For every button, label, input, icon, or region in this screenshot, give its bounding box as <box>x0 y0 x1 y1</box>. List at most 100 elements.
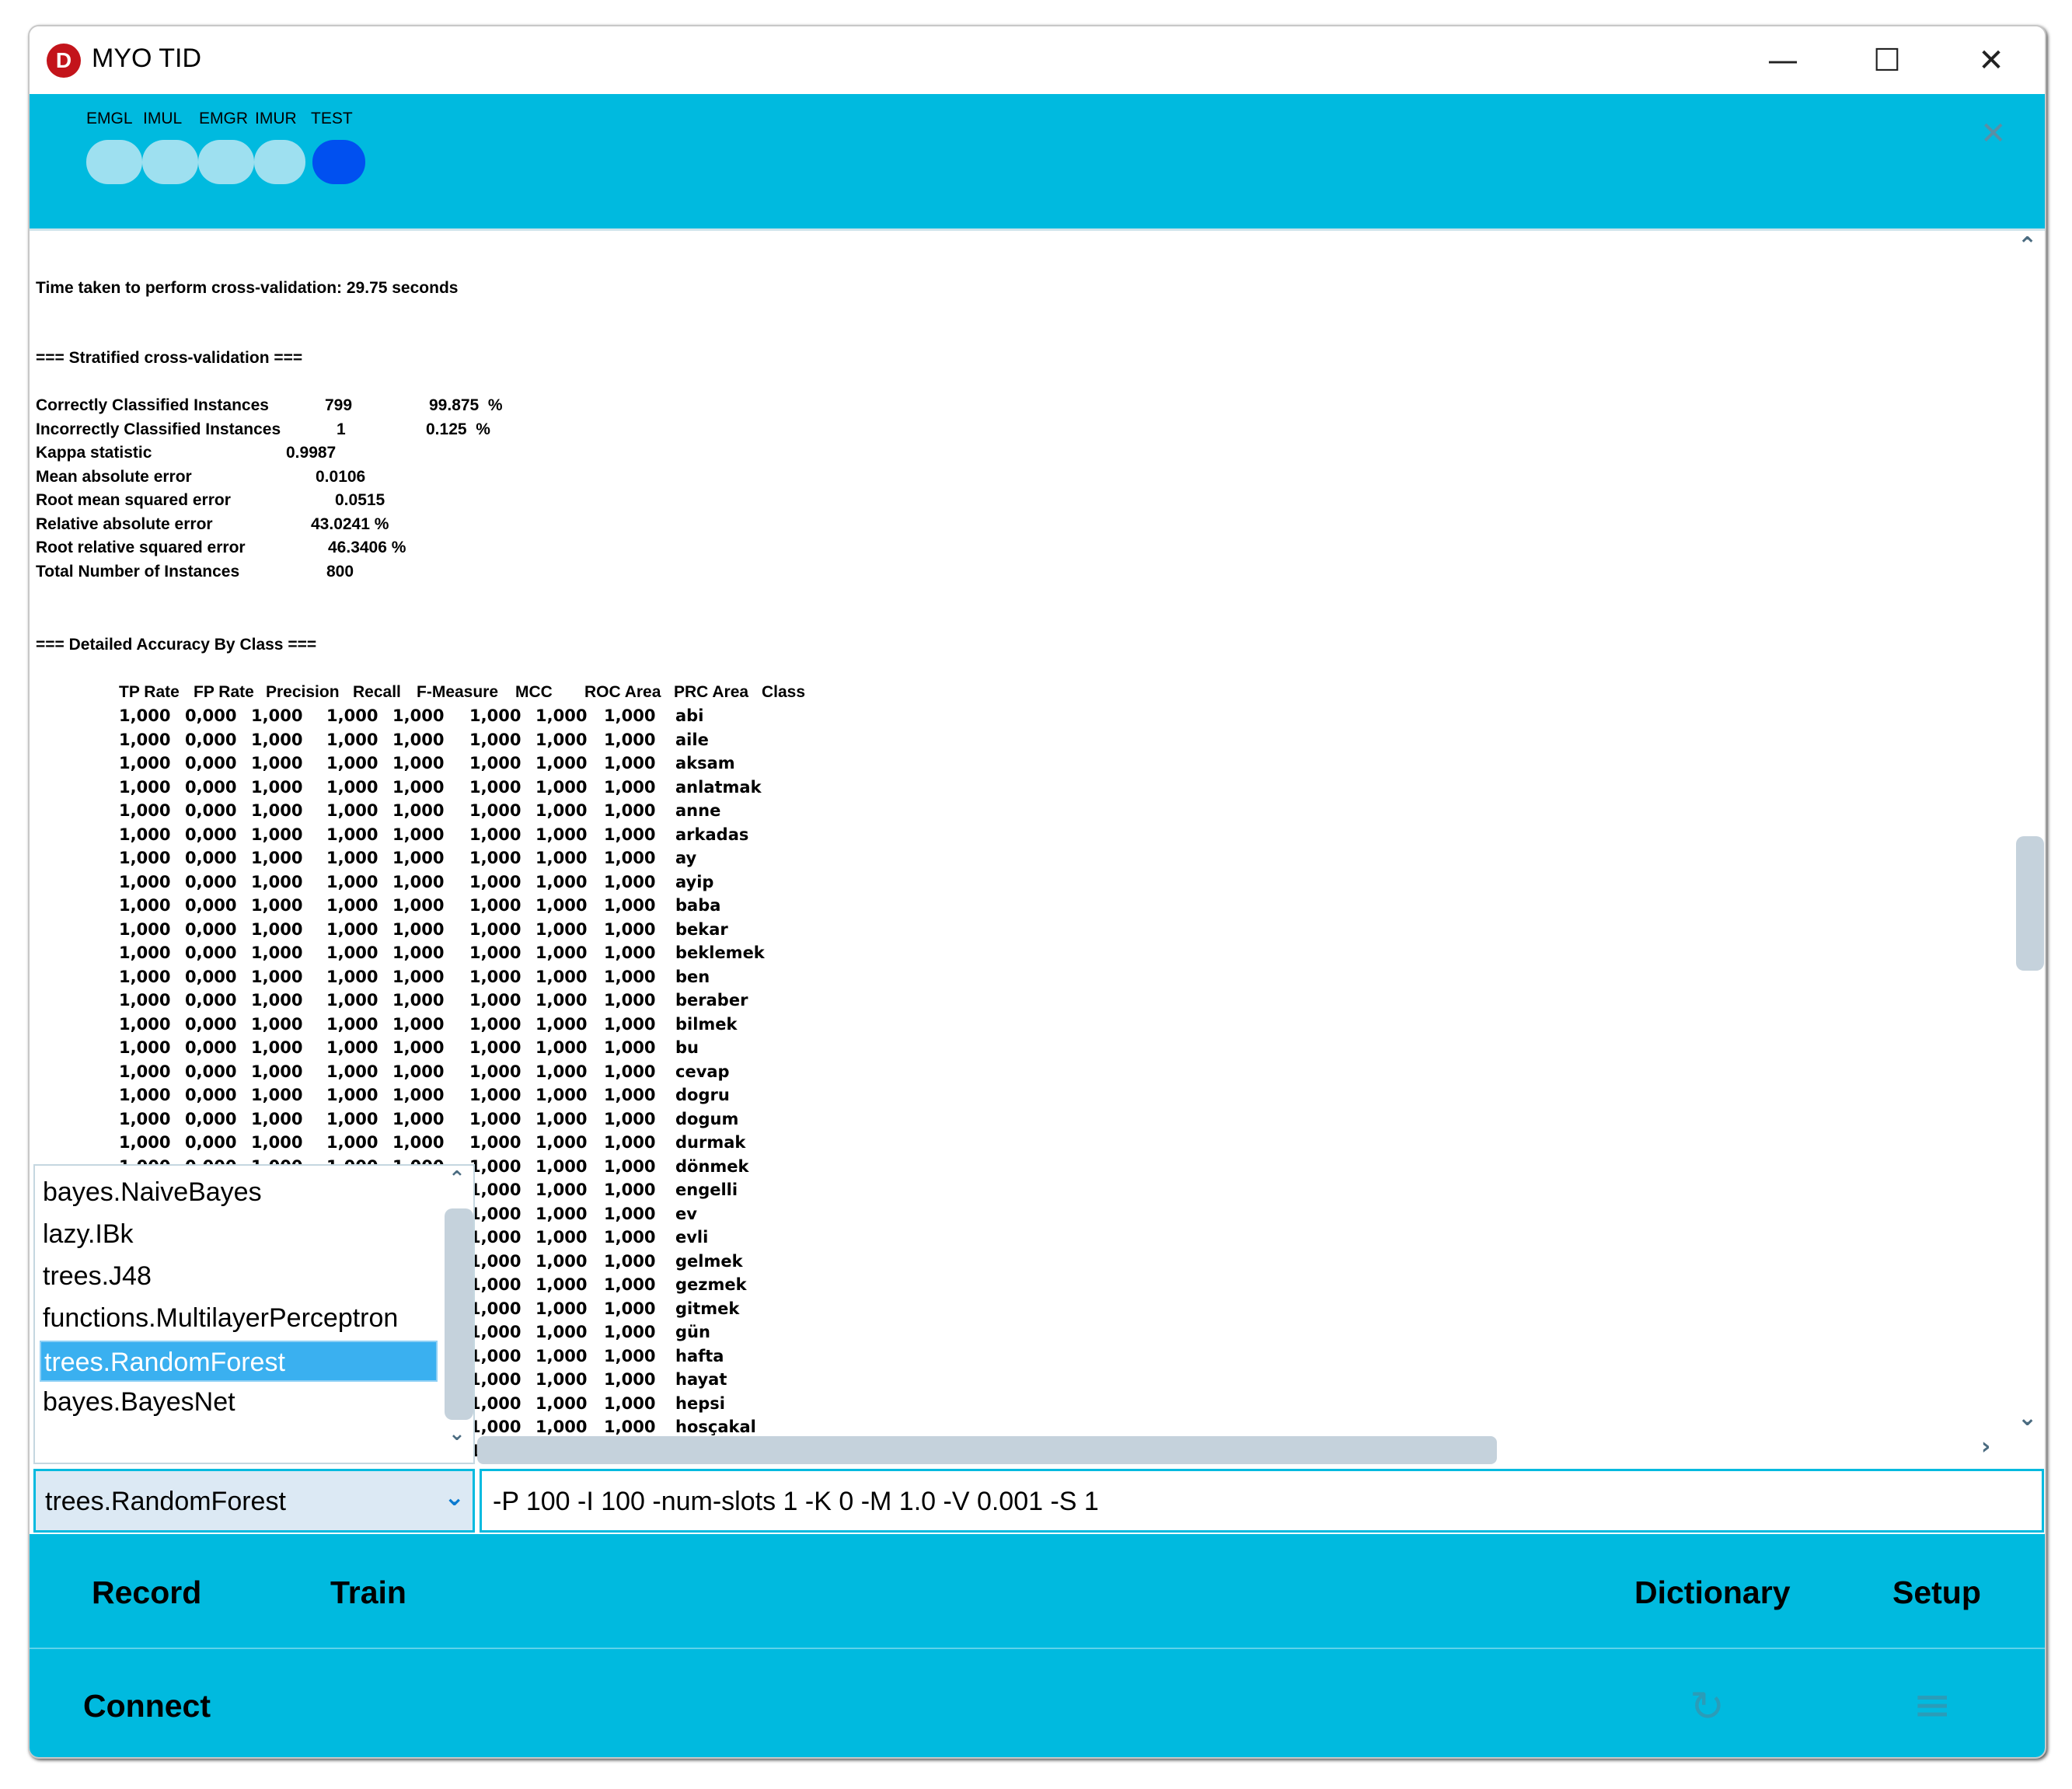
table-cell: 1,000 <box>604 801 656 820</box>
classifier-options-input[interactable]: -P 100 -I 100 -num-slots 1 -K 0 -M 1.0 -… <box>480 1469 2044 1533</box>
table-cell: 0,000 <box>185 967 237 986</box>
table-class: cevap <box>675 1062 730 1081</box>
table-cell: 1,000 <box>326 919 378 939</box>
horizontal-scroll-thumb[interactable] <box>477 1436 1497 1464</box>
table-class: bu <box>675 1038 699 1057</box>
table-cell: 1,000 <box>469 991 521 1010</box>
table-class: hayat <box>675 1370 727 1389</box>
table-header: Precision <box>266 683 340 701</box>
table-class: aile <box>675 730 709 749</box>
results-output[interactable]: Time taken to perform cross-validation: … <box>30 228 2045 1466</box>
table-class: beklemek <box>675 943 765 962</box>
vertical-scroll-thumb[interactable] <box>2016 836 2044 971</box>
table-class: durmak <box>675 1133 746 1152</box>
classifier-item[interactable]: lazy.IBk <box>40 1214 438 1255</box>
close-button[interactable]: ✕ <box>1968 37 2014 84</box>
classifier-dropdown[interactable]: trees.RandomForest ⌄ <box>33 1469 475 1533</box>
table-cell: 1,000 <box>326 991 378 1010</box>
classifier-item[interactable]: functions.MultilayerPerceptron <box>40 1298 438 1339</box>
dictionary-button[interactable]: Dictionary <box>1634 1575 1791 1611</box>
table-cell: 1,000 <box>469 825 521 844</box>
classifier-item-selected[interactable]: trees.RandomForest <box>40 1341 438 1382</box>
table-cell: 1,000 <box>326 872 378 891</box>
header-close-icon[interactable]: ✕ <box>1980 116 2007 152</box>
table-cell: 1,000 <box>535 1228 588 1247</box>
classifier-item[interactable]: trees.J48 <box>40 1256 438 1297</box>
table-cell: 1,000 <box>392 991 445 1010</box>
classifier-list[interactable]: bayes.NaiveBayes lazy.IBk trees.J48 func… <box>33 1164 475 1464</box>
table-cell: 1,000 <box>326 943 378 962</box>
train-button[interactable]: Train <box>330 1575 406 1611</box>
table-cell: 1,000 <box>469 872 521 891</box>
table-cell: 1,000 <box>535 706 588 725</box>
table-cell: 1,000 <box>469 801 521 820</box>
scroll-down-icon[interactable]: ⌄ <box>2018 1404 2037 1432</box>
setup-button[interactable]: Setup <box>1892 1575 1981 1611</box>
detailed-heading: === Detailed Accuracy By Class === <box>36 636 317 654</box>
stat-label: Total Number of Instances <box>36 562 240 581</box>
minimize-button[interactable]: — <box>1760 37 1806 84</box>
scroll-right-icon[interactable]: › <box>1981 1433 1990 1460</box>
list-scroll-down-icon[interactable]: ⌄ <box>448 1422 466 1445</box>
table-cell: 1,000 <box>392 777 445 797</box>
table-cell: 1,000 <box>392 754 445 772</box>
record-button[interactable]: Record <box>92 1575 201 1611</box>
table-cell: 1,000 <box>604 1393 656 1413</box>
table-class: beraber <box>675 991 748 1010</box>
maximize-button[interactable]: ☐ <box>1864 37 1910 84</box>
table-cell: 1,000 <box>251 1014 303 1034</box>
table-cell: 1,000 <box>119 896 171 915</box>
table-cell: 1,000 <box>469 896 521 915</box>
table-cell: 0,000 <box>185 754 237 772</box>
table-cell: 1,000 <box>469 754 521 772</box>
table-cell: 1,000 <box>469 1062 521 1081</box>
table-cell: 1,000 <box>392 825 445 844</box>
table-cell: 1,000 <box>119 706 171 725</box>
table-cell: 1,000 <box>604 896 656 915</box>
classifier-item[interactable]: bayes.NaiveBayes <box>40 1172 438 1213</box>
vertical-scrollbar[interactable]: ⌃ ⌄ <box>2010 231 2044 1466</box>
scroll-up-icon[interactable]: ⌃ <box>2018 232 2037 260</box>
table-cell: 1,000 <box>326 1062 378 1081</box>
table-cell: 1,000 <box>535 849 588 867</box>
table-cell: 1,000 <box>535 1323 588 1341</box>
table-cell: 0,000 <box>185 896 237 915</box>
table-cell: 1,000 <box>392 967 445 986</box>
table-cell: 1,000 <box>604 1109 656 1128</box>
table-cell: 1,000 <box>119 967 171 986</box>
stat-value: 1 <box>337 420 346 438</box>
table-cell: 1,000 <box>119 730 171 749</box>
refresh-icon[interactable]: ↻ <box>1690 1682 1725 1731</box>
table-cell: 1,000 <box>535 825 588 844</box>
menu-icon[interactable]: ≡ <box>1913 1678 1952 1732</box>
table-class: ay <box>675 849 697 867</box>
table-cell: 1,000 <box>604 1370 656 1389</box>
table-class: arkadas <box>675 825 749 844</box>
table-cell: 1,000 <box>251 1109 303 1128</box>
horizontal-scrollbar[interactable]: › <box>477 1433 2012 1464</box>
table-header: MCC <box>515 683 553 701</box>
table-cell: 1,000 <box>326 896 378 915</box>
table-cell: 1,000 <box>604 1251 656 1271</box>
table-class: hepsi <box>675 1393 725 1413</box>
classifier-item[interactable]: bayes.BayesNet <box>40 1382 438 1423</box>
table-class: gelmek <box>675 1251 743 1271</box>
table-class: gezmek <box>675 1275 747 1294</box>
table-cell: 1,000 <box>469 1204 521 1223</box>
stat-label: Kappa statistic <box>36 444 152 462</box>
connect-button[interactable]: Connect <box>83 1688 211 1724</box>
table-cell: 1,000 <box>251 872 303 891</box>
table-cell: 1,000 <box>535 1038 588 1057</box>
list-scroll-thumb[interactable] <box>445 1208 473 1420</box>
table-cell: 1,000 <box>469 1014 521 1034</box>
table-cell: 1,000 <box>469 1393 521 1413</box>
table-cell: 0,000 <box>185 1014 237 1034</box>
table-header: F-Measure <box>417 683 499 701</box>
table-cell: 1,000 <box>604 872 656 891</box>
table-class: dönmek <box>675 1156 749 1176</box>
list-scroll-up-icon[interactable]: ⌃ <box>448 1167 466 1191</box>
table-cell: 1,000 <box>251 1038 303 1057</box>
indicator-emgr <box>198 140 254 184</box>
table-cell: 1,000 <box>392 849 445 867</box>
window-title: MYO TID <box>92 44 202 73</box>
